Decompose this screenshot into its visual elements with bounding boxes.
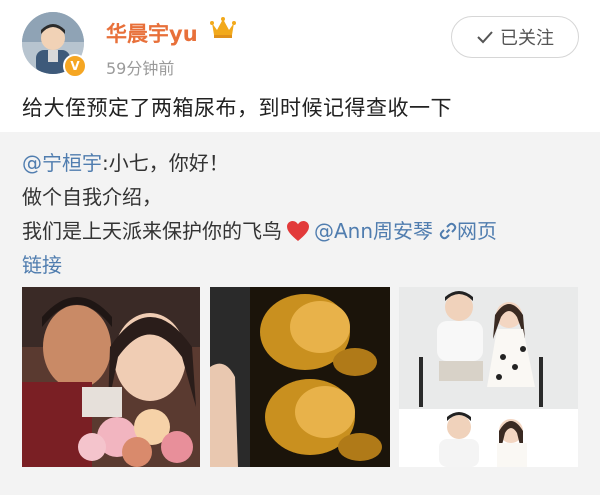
post-time: 59分钟前	[106, 59, 175, 78]
photo-selfie[interactable]	[22, 287, 200, 467]
mention-link-2[interactable]: @Ann周安琴	[314, 219, 433, 243]
follow-label: 已关注	[500, 28, 554, 49]
photo-couple[interactable]	[399, 287, 578, 467]
repost-card[interactable]: @宁桓宇:小七，你好！ 做个自我介绍， 我们是上天派来保护你的飞鸟 @Ann周安…	[0, 132, 600, 495]
author-name[interactable]: 华晨宇yu	[106, 18, 198, 48]
photo-ultrasound[interactable]	[210, 287, 390, 467]
link-icon[interactable]	[439, 222, 457, 240]
heart-icon	[287, 221, 309, 241]
post-header: V 华晨宇yu 59分钟前 已关注	[0, 0, 600, 82]
web-link-label[interactable]: 网页	[457, 219, 497, 243]
repost-line-2: 做个自我介绍，	[22, 185, 162, 209]
repost-greeting: :小七，你好！	[102, 151, 229, 175]
post-text: 给大侄预定了两箱尿布，到时候记得查收一下	[22, 96, 452, 120]
follow-button[interactable]: 已关注	[451, 16, 579, 58]
mention-link[interactable]: @宁桓宇	[22, 151, 102, 175]
repost-line-3-text: 我们是上天派来保护你的飞鸟	[22, 219, 282, 243]
check-icon	[477, 31, 493, 44]
repost-line-3: 我们是上天派来保护你的飞鸟 @Ann周安琴 网页	[22, 215, 497, 244]
verified-icon: V	[63, 54, 87, 78]
web-link-label-2[interactable]: 链接	[22, 249, 62, 278]
repost-line-1: @宁桓宇:小七，你好！	[22, 147, 229, 176]
crown-icon	[210, 17, 236, 38]
